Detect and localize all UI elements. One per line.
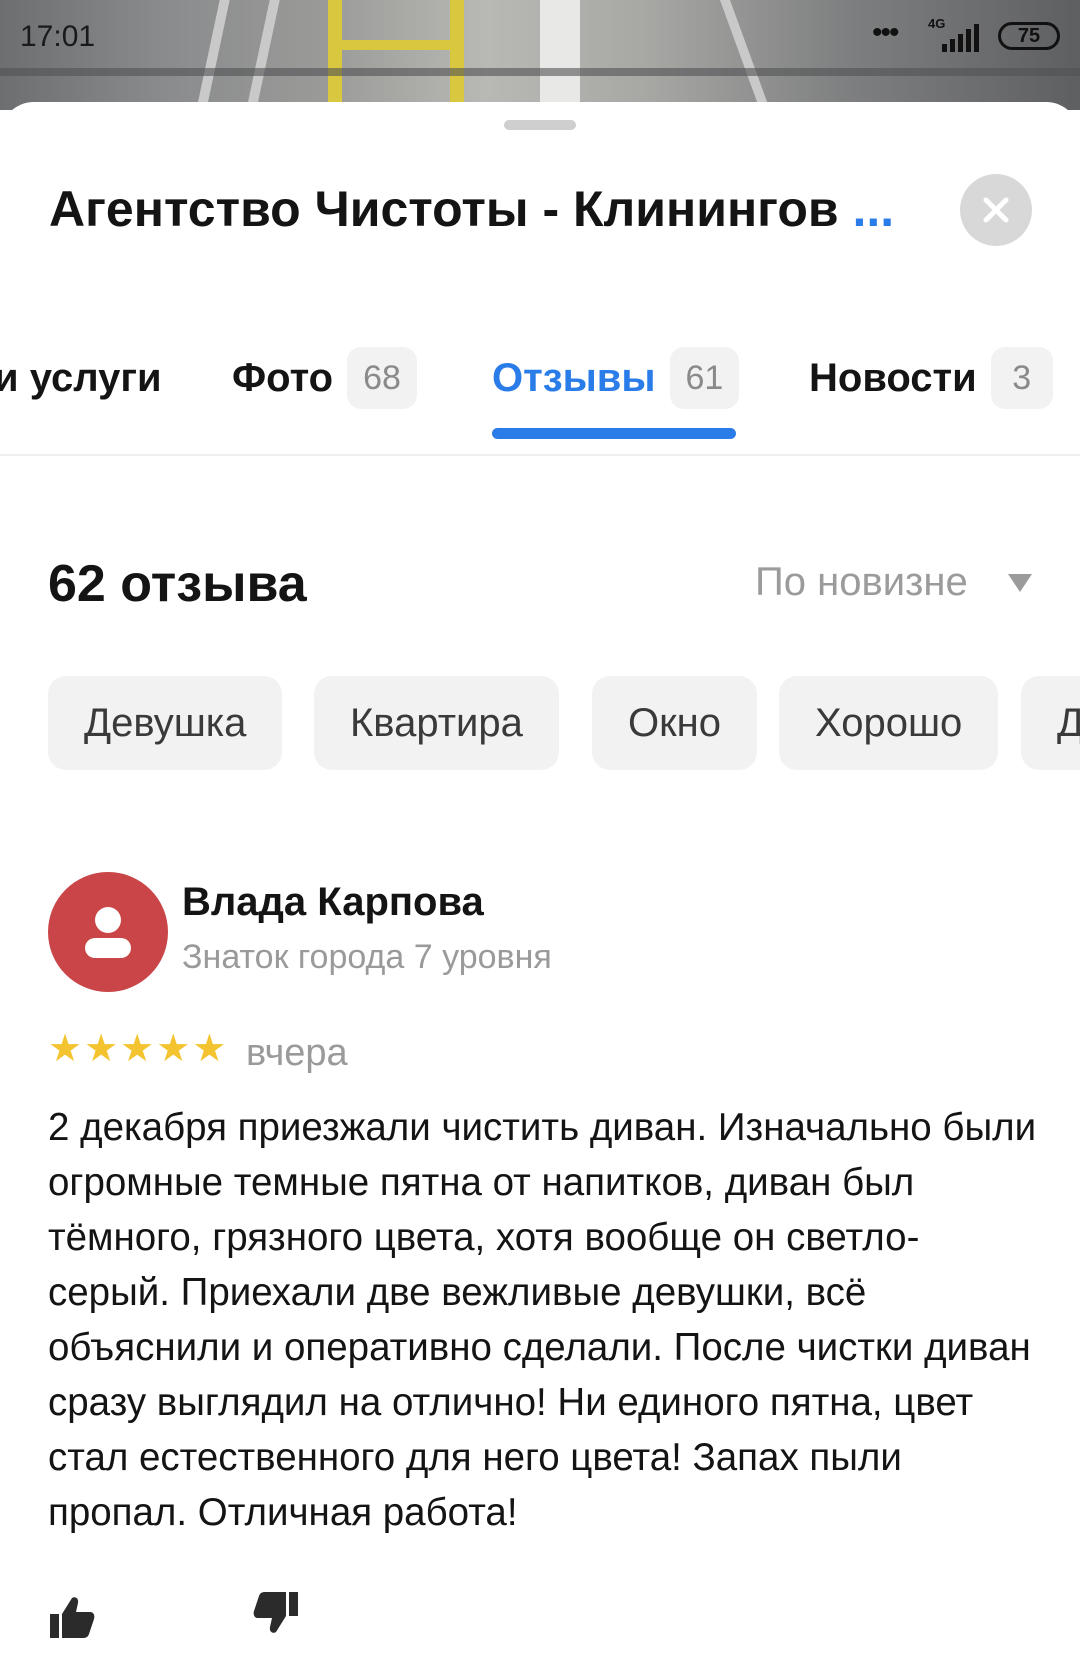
star-icon: ★ <box>84 1028 119 1070</box>
chip[interactable]: Окно <box>592 676 757 770</box>
chip[interactable]: Квартира <box>314 676 559 770</box>
chevron-down-icon[interactable] <box>1008 574 1032 592</box>
avatar[interactable] <box>48 872 168 992</box>
tab-reviews[interactable]: Отзывы 61 <box>492 346 740 410</box>
status-time: 17:01 <box>20 20 96 53</box>
tab-photos[interactable]: Фото 68 <box>232 346 417 410</box>
tab-count: 61 <box>669 347 740 409</box>
tab-label: Отзывы <box>492 355 656 400</box>
tab-label: Фото <box>232 355 334 400</box>
tab-label: и услуги <box>0 355 162 400</box>
page-title: Агентство Чистоты - Клинингов ... <box>49 180 929 238</box>
thumbs-up-icon[interactable] <box>48 1594 96 1642</box>
sort-select[interactable]: По новизне <box>755 560 968 605</box>
tab-services[interactable]: и услуги <box>0 346 162 410</box>
title-ellipsis: ... <box>852 181 895 237</box>
status-bar: 17:01 ••• 4G 75 <box>0 0 1080 72</box>
author-name[interactable]: Влада Карпова <box>182 880 484 925</box>
keyword-chips: Девушка Квартира Окно Хорошо Д <box>48 676 1080 772</box>
place-sheet: Агентство Чистоты - Клинингов ... и услу… <box>0 102 1080 1669</box>
active-tab-indicator <box>492 428 736 439</box>
tab-bar: и услуги Фото 68 Отзывы 61 Новости 3 <box>0 346 1080 456</box>
star-icon: ★ <box>120 1028 155 1070</box>
close-icon <box>983 197 1009 223</box>
author-level: Знаток города 7 уровня <box>182 938 552 976</box>
reviews-count: 62 отзыва <box>48 555 307 613</box>
tab-news[interactable]: Новости 3 <box>809 346 1053 410</box>
user-icon <box>85 907 131 958</box>
rating-stars: ★ ★ ★ ★ ★ <box>48 1030 226 1068</box>
star-icon: ★ <box>156 1028 191 1070</box>
drag-handle[interactable] <box>504 120 576 130</box>
more-dots-icon: ••• <box>872 16 899 49</box>
star-icon: ★ <box>192 1028 227 1070</box>
title-text: Агентство Чистоты - Клинингов <box>49 181 839 237</box>
battery-icon: 75 <box>998 22 1060 50</box>
tab-label: Новости <box>809 355 977 400</box>
review-text: 2 декабря приезжали чистить диван. Изнач… <box>48 1106 1037 1534</box>
close-button[interactable] <box>960 174 1032 246</box>
chip[interactable]: Д <box>1021 676 1080 770</box>
star-icon: ★ <box>48 1028 83 1070</box>
tab-count: 68 <box>347 347 417 409</box>
chip[interactable]: Хорошо <box>779 676 999 770</box>
signal-icon <box>942 24 979 52</box>
thumbs-down-icon[interactable] <box>252 1590 300 1638</box>
tab-count: 3 <box>990 347 1053 409</box>
review-date: вчера <box>246 1032 348 1074</box>
chip[interactable]: Девушка <box>48 676 283 770</box>
